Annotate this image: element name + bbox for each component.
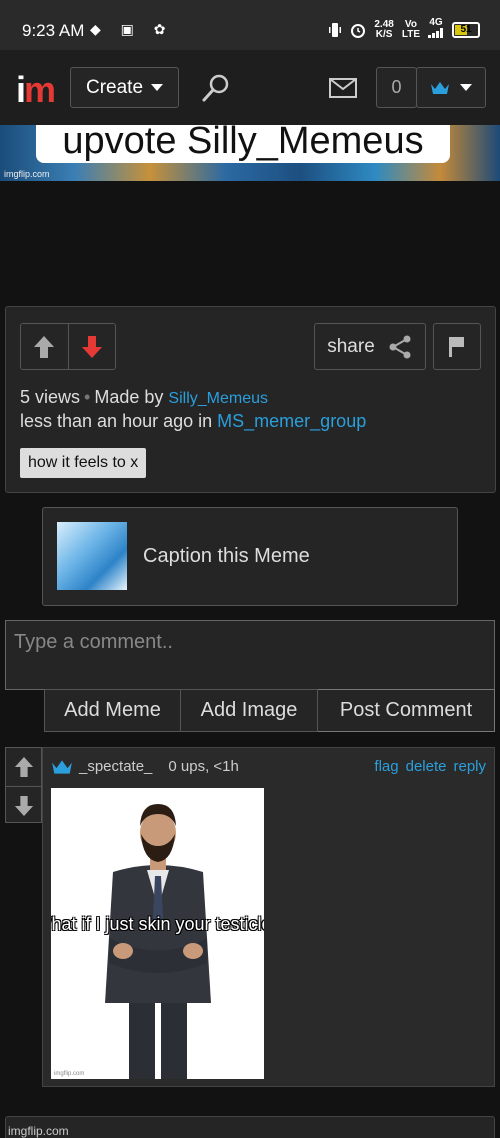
notification-count[interactable]: 0 <box>376 67 417 108</box>
chevron-down-icon <box>460 84 472 91</box>
post-time: less than an hour ago in MS_memer_group <box>20 411 366 432</box>
post-meta: 5 views • Made by Silly_Memeus <box>20 387 268 407</box>
comment-meme-watermark: imgflip.com <box>54 1071 85 1077</box>
chevron-down-icon <box>151 84 164 91</box>
volte-indicator: Vo LTE <box>401 18 420 40</box>
comment-vote-buttons <box>5 747 42 823</box>
comment-meme-image[interactable]: What if I just skin your testicles imgfl… <box>51 788 264 1079</box>
imgflip-logo[interactable]: im <box>16 72 56 108</box>
caption-this-meme-button[interactable]: Caption this Meme <box>42 507 458 606</box>
share-button[interactable]: share <box>314 323 426 370</box>
made-by-label: Made by <box>94 387 164 407</box>
comment-username[interactable]: _spectate_ <box>79 758 152 775</box>
mail-icon[interactable] <box>329 78 357 98</box>
post-comment-button[interactable]: Post Comment <box>318 689 495 732</box>
flag-icon <box>449 336 464 357</box>
footer-text: imgflip.com <box>8 1124 69 1138</box>
comment-reply-link[interactable]: reply <box>453 758 486 775</box>
comment-downvote-button[interactable] <box>6 786 41 824</box>
comment-header: _spectate_ 0 ups, <1h <box>51 758 239 775</box>
create-label: Create <box>85 76 144 98</box>
vibrate-icon <box>329 22 342 37</box>
comment-delete-link[interactable]: delete <box>406 758 447 775</box>
comment-upvote-button[interactable] <box>6 748 41 786</box>
comment-flag-link[interactable]: flag <box>374 758 398 775</box>
status-bar: 9:23 AM ◆ ▣ ✿ 2.48 K/S Vo LTE 4G 51 <box>0 0 500 50</box>
comment-actions: Add Meme Add Image Post Comment <box>44 689 495 732</box>
create-button[interactable]: Create <box>70 67 179 108</box>
arrow-up-icon <box>34 335 55 358</box>
battery-icon: 51 <box>452 21 480 38</box>
share-label: share <box>327 335 375 357</box>
arrow-down-icon <box>81 335 102 358</box>
meme-tag[interactable]: how it feels to x <box>20 448 147 478</box>
comment-action-links: flag delete reply <box>374 758 486 775</box>
comment-meme-caption: What if I just skin your testicles <box>51 914 264 934</box>
search-icon[interactable] <box>200 72 232 104</box>
stream-link[interactable]: MS_memer_group <box>217 411 366 431</box>
status-right: 2.48 K/S Vo LTE 4G 51 <box>328 18 480 41</box>
author-link[interactable]: Silly_Memeus <box>168 390 268 407</box>
comment-ups: 0 ups, <1h <box>168 758 239 775</box>
meme-watermark: imgflip.com <box>4 169 50 179</box>
post-info-card: share 5 views • Made by Silly_Memeus less … <box>5 306 496 493</box>
crown-icon <box>52 759 72 774</box>
add-meme-button[interactable]: Add Meme <box>44 689 181 732</box>
meme-image: upvote Silly_Memeus imgflip.com <box>0 125 500 181</box>
comment: _spectate_ 0 ups, <1h flag delete reply <box>42 747 495 1087</box>
alarm-icon <box>351 23 366 38</box>
caption-label: Caption this Meme <box>143 545 310 567</box>
vote-buttons <box>20 323 116 370</box>
footer-bar: imgflip.com <box>5 1116 495 1138</box>
notification-icons: ◆ ▣ ✿ <box>90 21 174 37</box>
meme-text: upvote Silly_Memeus <box>36 125 450 163</box>
meme-thumbnail <box>57 522 127 590</box>
share-icon <box>389 335 411 358</box>
upvote-button[interactable] <box>21 324 68 369</box>
user-menu-button[interactable] <box>416 67 486 108</box>
add-image-button[interactable]: Add Image <box>181 689 318 732</box>
arrow-up-icon <box>14 757 33 777</box>
arrow-down-icon <box>14 795 33 816</box>
downvote-button[interactable] <box>67 324 115 369</box>
crown-icon <box>431 81 449 94</box>
network-speed: 2.48 K/S <box>374 18 394 40</box>
flag-button[interactable] <box>433 323 481 370</box>
view-count: 5 views <box>20 387 81 407</box>
signal-indicator: 4G <box>428 18 444 41</box>
comment-input[interactable] <box>5 620 495 690</box>
status-time: 9:23 AM <box>22 21 85 40</box>
signal-icon <box>428 28 443 38</box>
time-label: less than an hour ago in <box>20 411 213 431</box>
